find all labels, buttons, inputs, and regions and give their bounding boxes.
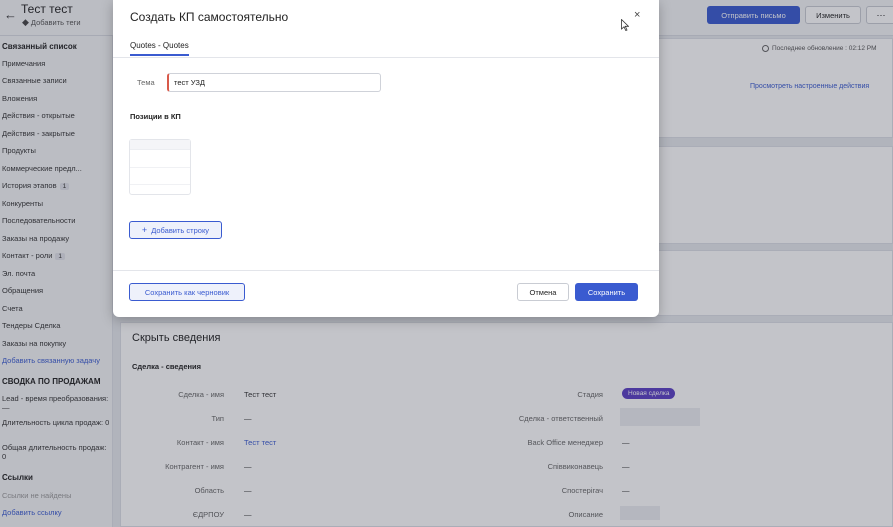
table-row bbox=[130, 184, 190, 185]
tab-divider bbox=[113, 57, 659, 58]
save-draft-button[interactable]: Сохранить как черновик bbox=[129, 283, 245, 301]
cancel-button[interactable]: Отмена bbox=[517, 283, 569, 301]
subject-label: Тема bbox=[137, 78, 155, 87]
close-icon[interactable]: × bbox=[634, 9, 640, 21]
tab-quotes[interactable]: Quotes - Quotes bbox=[130, 41, 189, 56]
create-quote-dialog: Создать КП самостоятельно × Quotes - Quo… bbox=[113, 0, 659, 317]
positions-title: Позиции в КП bbox=[130, 112, 181, 121]
table-row bbox=[130, 167, 190, 168]
add-row-button[interactable]: + Добавить строку bbox=[129, 221, 222, 239]
footer-divider bbox=[113, 270, 659, 271]
positions-table[interactable] bbox=[129, 139, 191, 195]
subject-input[interactable] bbox=[167, 73, 381, 92]
plus-icon: + bbox=[141, 225, 148, 235]
mouse-cursor-icon bbox=[621, 19, 629, 31]
add-row-label: Добавить строку bbox=[151, 225, 210, 235]
dialog-title: Создать КП самостоятельно bbox=[130, 10, 289, 24]
save-button[interactable]: Сохранить bbox=[575, 283, 638, 301]
table-header bbox=[130, 140, 190, 150]
